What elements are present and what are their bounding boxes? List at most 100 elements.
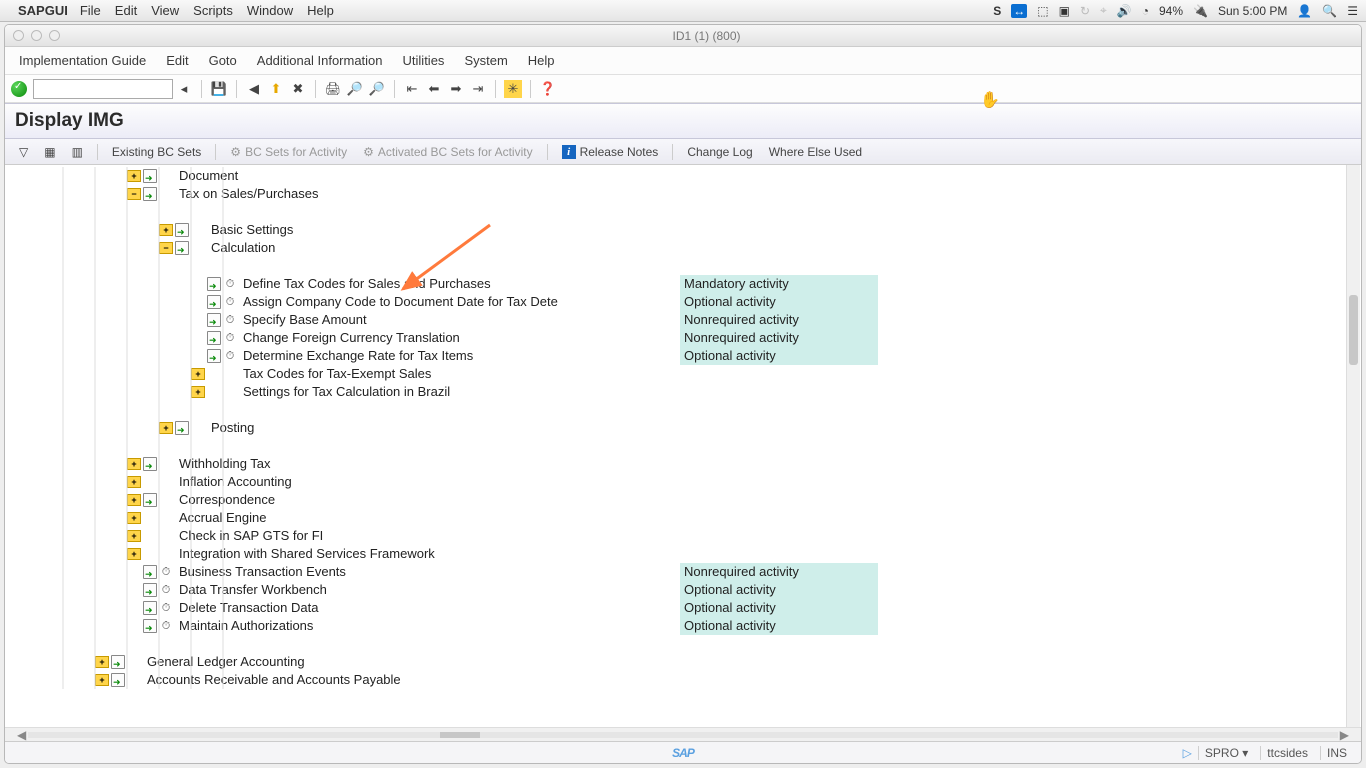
- tree-row[interactable]: [21, 257, 1361, 275]
- volume-icon[interactable]: 🔊: [1117, 4, 1132, 18]
- bluetooth-icon[interactable]: ⌖: [1100, 3, 1107, 18]
- execute-icon[interactable]: [223, 277, 237, 291]
- execute-icon[interactable]: [223, 295, 237, 309]
- wifi-icon[interactable]: ◔: [1142, 4, 1149, 18]
- expand-icon[interactable]: [127, 494, 141, 506]
- tree-label[interactable]: Assign Company Code to Document Date for…: [239, 293, 668, 311]
- img-activity-icon[interactable]: [143, 187, 157, 201]
- tree-label[interactable]: Business Transaction Events: [175, 563, 346, 581]
- tree-row[interactable]: Integration with Shared Services Framewo…: [21, 545, 1361, 563]
- tree-label[interactable]: Data Transfer Workbench: [175, 581, 327, 599]
- tree-label[interactable]: Tax on Sales/Purchases: [175, 185, 318, 203]
- session-play-icon[interactable]: ▷: [1183, 746, 1192, 760]
- expand-icon[interactable]: [159, 224, 173, 236]
- expand-icon[interactable]: [127, 512, 141, 524]
- expand-icon[interactable]: [191, 386, 205, 398]
- collapse-icon[interactable]: [159, 242, 173, 254]
- tree-label[interactable]: Calculation: [207, 239, 275, 257]
- expand-icon[interactable]: [127, 530, 141, 542]
- expand-icon[interactable]: [95, 656, 109, 668]
- sap-menu-addinfo[interactable]: Additional Information: [257, 53, 383, 68]
- additional-icon[interactable]: ▥: [68, 143, 87, 161]
- execute-icon[interactable]: [159, 619, 173, 633]
- tree-row[interactable]: Check in SAP GTS for FI: [21, 527, 1361, 545]
- scroll-right-icon[interactable]: ▶: [1338, 728, 1351, 742]
- tree-label[interactable]: Define Tax Codes for Sales and Purchases: [239, 275, 491, 293]
- user-icon[interactable]: 👤: [1297, 4, 1312, 18]
- app-name[interactable]: SAPGUI: [18, 3, 68, 18]
- img-activity-icon[interactable]: [143, 457, 157, 471]
- release-notes[interactable]: iRelease Notes: [558, 143, 663, 161]
- history-dropdown-icon[interactable]: ◂: [175, 80, 193, 98]
- img-activity-icon[interactable]: [143, 619, 157, 633]
- execute-icon[interactable]: [223, 331, 237, 345]
- sap-menu-help[interactable]: Help: [528, 53, 555, 68]
- expand-icon[interactable]: [159, 422, 173, 434]
- img-activity-icon[interactable]: [175, 241, 189, 255]
- tree-row[interactable]: Business Transaction EventsNonrequired a…: [21, 563, 1361, 581]
- tree-row[interactable]: Determine Exchange Rate for Tax ItemsOpt…: [21, 347, 1361, 365]
- tree-label[interactable]: Delete Transaction Data: [175, 599, 318, 617]
- tree-label[interactable]: Change Foreign Currency Translation: [239, 329, 460, 347]
- sap-menu-edit[interactable]: Edit: [166, 53, 188, 68]
- tree-row[interactable]: General Ledger Accounting: [21, 653, 1361, 671]
- tree-row[interactable]: [21, 635, 1361, 653]
- execute-icon[interactable]: [159, 565, 173, 579]
- expand-icon[interactable]: [127, 476, 141, 488]
- tree-label[interactable]: Basic Settings: [207, 221, 293, 239]
- last-page-icon[interactable]: ⇥: [469, 80, 487, 98]
- cancel-icon[interactable]: ✖: [289, 80, 307, 98]
- tree-row[interactable]: Posting: [21, 419, 1361, 437]
- dropbox-icon[interactable]: ⬚: [1037, 4, 1048, 18]
- activated-bc-sets[interactable]: ⚙Activated BC Sets for Activity: [359, 143, 537, 161]
- expand-icon[interactable]: [127, 458, 141, 470]
- img-structure-icon[interactable]: ▦: [40, 143, 59, 161]
- box-icon[interactable]: ▣: [1059, 4, 1070, 18]
- status-s-icon[interactable]: S: [993, 4, 1001, 18]
- existing-bc-sets[interactable]: Existing BC Sets: [108, 143, 205, 161]
- horizontal-scrollbar[interactable]: ◀ ▶: [5, 727, 1361, 741]
- tree-row[interactable]: Basic Settings: [21, 221, 1361, 239]
- enter-icon[interactable]: [11, 81, 27, 97]
- tree-row[interactable]: Assign Company Code to Document Date for…: [21, 293, 1361, 311]
- tree-label[interactable]: Correspondence: [175, 491, 275, 509]
- tree-row[interactable]: Calculation: [21, 239, 1361, 257]
- tree-row[interactable]: Maintain AuthorizationsOptional activity: [21, 617, 1361, 635]
- menu-extras-icon[interactable]: ☰: [1347, 4, 1358, 18]
- img-activity-icon[interactable]: [207, 331, 221, 345]
- close-button[interactable]: [13, 30, 24, 41]
- expand-icon[interactable]: [127, 548, 141, 560]
- img-activity-icon[interactable]: [175, 223, 189, 237]
- menu-scripts[interactable]: Scripts: [193, 3, 233, 18]
- tree-row[interactable]: [21, 401, 1361, 419]
- img-activity-icon[interactable]: [207, 349, 221, 363]
- tree-row[interactable]: [21, 203, 1361, 221]
- img-activity-icon[interactable]: [207, 313, 221, 327]
- tree-row[interactable]: Tax Codes for Tax-Exempt Sales: [21, 365, 1361, 383]
- tree-row[interactable]: Define Tax Codes for Sales and Purchases…: [21, 275, 1361, 293]
- expand-icon[interactable]: [127, 170, 141, 182]
- tree-label[interactable]: Integration with Shared Services Framewo…: [175, 545, 435, 563]
- expand-all-icon[interactable]: ▽: [15, 143, 32, 161]
- img-activity-icon[interactable]: [143, 565, 157, 579]
- tree-label[interactable]: Check in SAP GTS for FI: [175, 527, 323, 545]
- img-activity-icon[interactable]: [207, 277, 221, 291]
- command-field[interactable]: [33, 79, 173, 99]
- next-page-icon[interactable]: ➡: [447, 80, 465, 98]
- tree-label[interactable]: Posting: [207, 419, 254, 437]
- menu-help[interactable]: Help: [307, 3, 334, 18]
- img-activity-icon[interactable]: [207, 295, 221, 309]
- menu-edit[interactable]: Edit: [115, 3, 137, 18]
- tree-row[interactable]: [21, 437, 1361, 455]
- tree-label[interactable]: Accrual Engine: [175, 509, 266, 527]
- tree-row[interactable]: Withholding Tax: [21, 455, 1361, 473]
- where-else-used[interactable]: Where Else Used: [765, 143, 866, 161]
- img-activity-icon[interactable]: [143, 601, 157, 615]
- battery-icon[interactable]: 🔌: [1193, 4, 1208, 18]
- execute-icon[interactable]: [159, 583, 173, 597]
- tree-row[interactable]: Specify Base AmountNonrequired activity: [21, 311, 1361, 329]
- tree-row[interactable]: Tax on Sales/Purchases: [21, 185, 1361, 203]
- vertical-scrollbar[interactable]: [1346, 165, 1360, 727]
- tree-row[interactable]: Inflation Accounting: [21, 473, 1361, 491]
- img-activity-icon[interactable]: [111, 673, 125, 687]
